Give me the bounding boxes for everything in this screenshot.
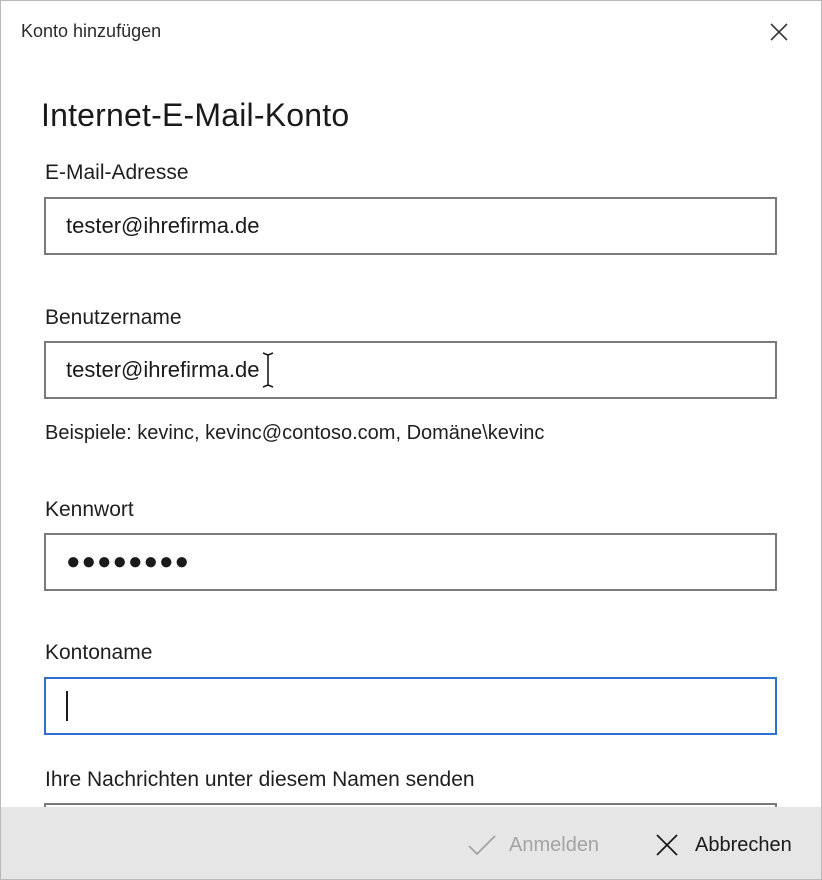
cancel-label: Abbrechen xyxy=(695,833,792,856)
close-icon xyxy=(770,23,788,41)
title-bar: Konto hinzufügen xyxy=(1,1,821,63)
form-scroll-area[interactable]: Internet-E-Mail-Konto E-Mail-Adresse Ben… xyxy=(1,63,821,807)
close-button[interactable] xyxy=(757,13,801,51)
password-field[interactable]: ●●●●●●●● xyxy=(44,533,777,591)
page-title: Internet-E-Mail-Konto xyxy=(41,97,350,133)
account-name-field[interactable] xyxy=(44,677,777,735)
email-label: E-Mail-Adresse xyxy=(45,161,189,184)
window-title: Konto hinzufügen xyxy=(21,21,162,41)
username-field-box xyxy=(44,341,777,399)
account-name-input[interactable] xyxy=(46,679,775,733)
username-field[interactable] xyxy=(46,343,775,397)
cancel-button[interactable]: Abbrechen xyxy=(655,825,792,865)
add-account-dialog: Konto hinzufügen Internet-E-Mail-Konto E… xyxy=(0,0,822,880)
send-name-label: Ihre Nachrichten unter diesem Namen send… xyxy=(45,768,475,791)
account-name-label: Kontoname xyxy=(45,641,153,664)
checkmark-icon xyxy=(468,835,496,856)
text-caret xyxy=(66,691,68,721)
email-field[interactable] xyxy=(46,199,775,253)
username-label: Benutzername xyxy=(45,306,182,329)
text-cursor-icon xyxy=(262,352,274,388)
signin-button[interactable]: Anmelden xyxy=(467,825,599,865)
signin-label: Anmelden xyxy=(509,833,600,856)
password-label: Kennwort xyxy=(45,498,134,521)
dialog-footer: Anmelden Abbrechen xyxy=(1,807,821,879)
close-icon xyxy=(656,834,678,856)
password-masked-value: ●●●●●●●● xyxy=(66,548,190,575)
username-hint: Beispiele: kevinc, kevinc@contoso.com, D… xyxy=(45,422,545,444)
email-field-box xyxy=(44,197,777,255)
